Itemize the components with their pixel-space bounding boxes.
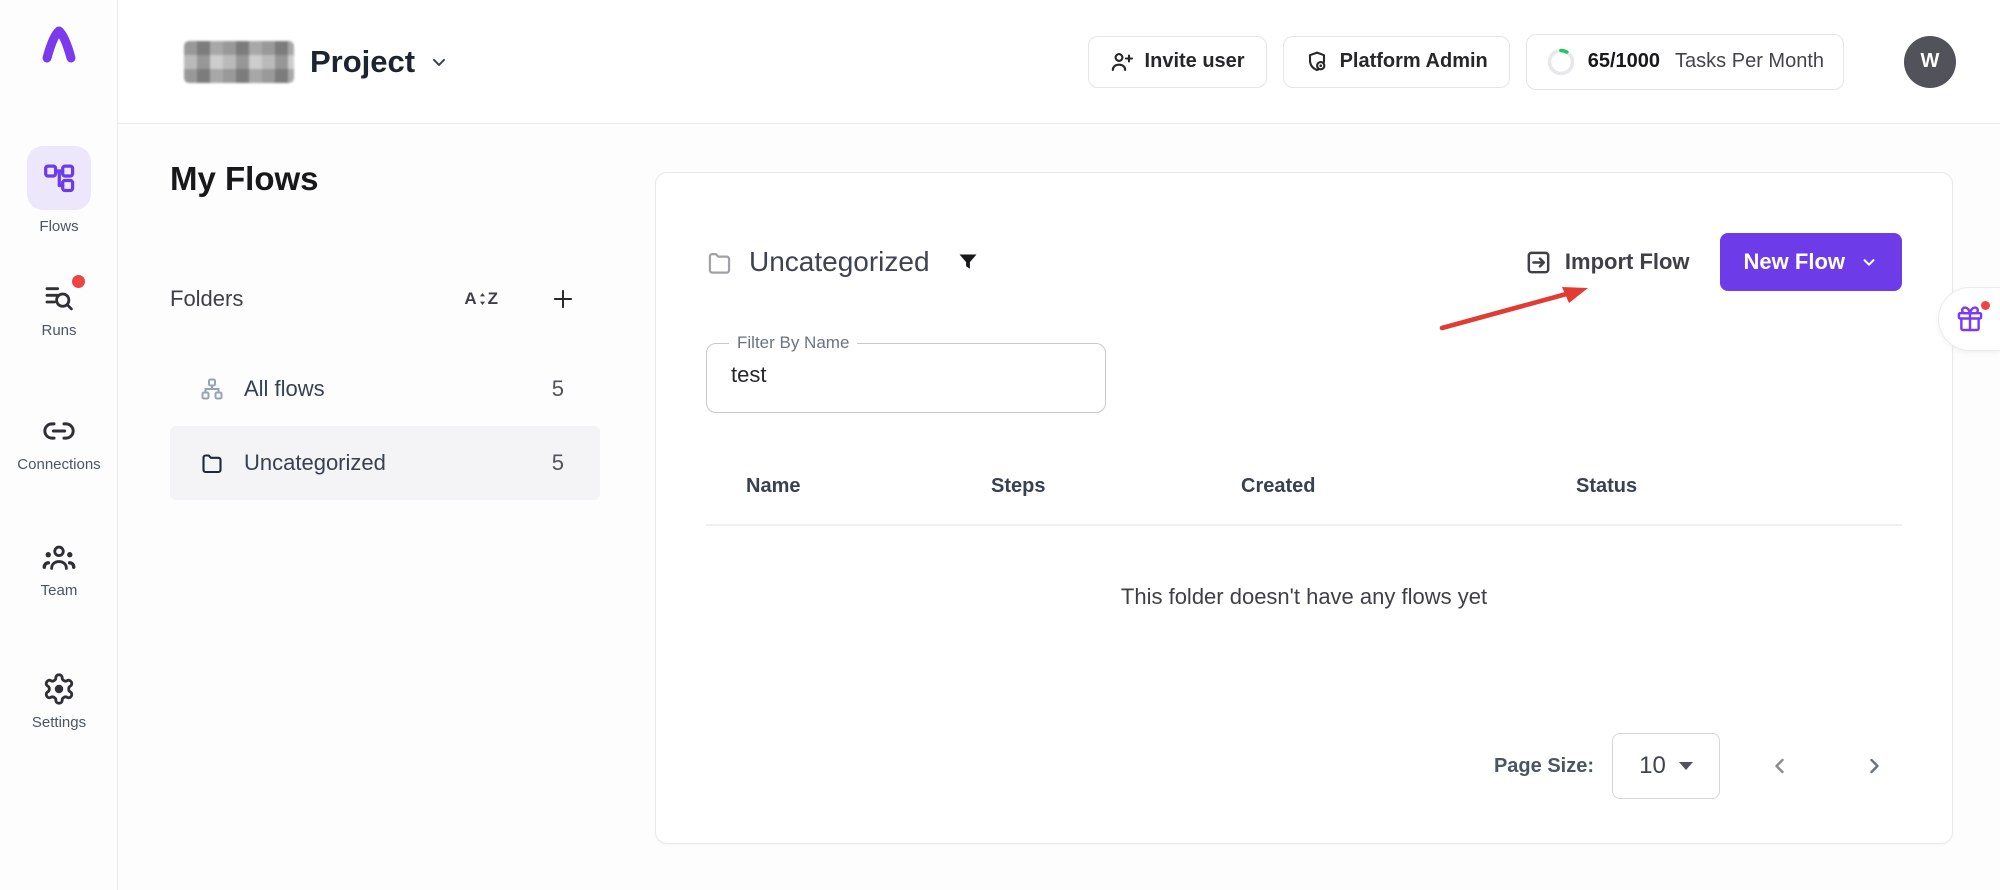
- column-header-name: Name: [746, 475, 991, 498]
- page-size-label: Page Size:: [1494, 755, 1594, 778]
- flows-active-tile: [27, 146, 91, 210]
- tasks-count: 65/1000: [1588, 50, 1660, 73]
- flows-table-card: Uncategorized Import Flow New Flow Filte…: [655, 172, 1953, 844]
- tasks-progress-ring-icon: [1546, 47, 1576, 77]
- column-header-steps: Steps: [991, 475, 1241, 498]
- table-divider: [706, 524, 1902, 526]
- chevron-down-icon: [429, 52, 449, 72]
- invite-user-button[interactable]: Invite user: [1088, 36, 1267, 88]
- gift-notification-dot: [1981, 301, 1990, 310]
- new-flow-button[interactable]: New Flow: [1720, 233, 1902, 291]
- gift-icon: [1956, 305, 1984, 333]
- project-name-redacted: [184, 41, 294, 83]
- activepieces-logo-icon: [36, 22, 82, 68]
- platform-admin-button[interactable]: Platform Admin: [1283, 36, 1510, 88]
- gear-icon: [42, 672, 76, 706]
- sidebar-item-label: Runs: [41, 322, 76, 339]
- folders-heading: Folders: [170, 286, 243, 312]
- shield-admin-icon: [1305, 50, 1329, 74]
- all-flows-tree-icon: [200, 377, 224, 401]
- user-avatar[interactable]: W: [1904, 36, 1956, 88]
- page-title: My Flows: [170, 160, 319, 198]
- sidebar-item-settings[interactable]: Settings: [0, 672, 118, 731]
- filter-field-label: Filter By Name: [729, 333, 857, 353]
- folder-count: 5: [552, 376, 564, 402]
- chevron-down-icon: [1860, 253, 1878, 271]
- top-header: Project Invite user Platform Admin 65/10…: [118, 0, 2000, 124]
- card-folder-title: Uncategorized: [749, 246, 930, 278]
- page-size-select[interactable]: 10: [1612, 733, 1720, 799]
- sidebar-item-team[interactable]: Team: [0, 540, 118, 599]
- funnel-icon: [956, 250, 980, 274]
- previous-page-button[interactable]: [1768, 754, 1792, 778]
- sidebar-item-flows[interactable]: Flows: [0, 146, 118, 235]
- sidebar-item-connections[interactable]: Connections: [0, 414, 118, 473]
- table-header-row: Name Steps Created Status: [746, 475, 1902, 498]
- sort-alpha-icon[interactable]: AZ: [464, 289, 498, 309]
- next-page-button[interactable]: [1862, 754, 1886, 778]
- user-plus-icon: [1110, 50, 1134, 74]
- add-folder-button[interactable]: [550, 286, 576, 312]
- workflow-icon: [42, 161, 76, 195]
- column-header-status: Status: [1576, 475, 1637, 498]
- folder-icon: [200, 451, 224, 475]
- tasks-usage-chip[interactable]: 65/1000 Tasks Per Month: [1526, 34, 1844, 90]
- tasks-label: Tasks Per Month: [1675, 50, 1824, 73]
- folders-panel: Folders AZ All flows 5 Uncategorized 5: [170, 286, 600, 500]
- column-header-created: Created: [1241, 475, 1576, 498]
- chevron-right-icon: [1862, 754, 1886, 778]
- folder-item-all-flows[interactable]: All flows 5: [170, 352, 600, 426]
- sidebar-item-label: Team: [41, 582, 78, 599]
- whats-new-tab[interactable]: [1938, 287, 2000, 351]
- page-size-value: 10: [1639, 752, 1666, 780]
- folder-item-uncategorized[interactable]: Uncategorized 5: [170, 426, 600, 500]
- empty-state-message: This folder doesn't have any flows yet: [656, 584, 1952, 610]
- import-flow-button[interactable]: Import Flow: [1525, 249, 1690, 276]
- chevron-left-icon: [1768, 754, 1792, 778]
- runs-search-icon: [43, 282, 75, 314]
- project-title[interactable]: Project: [310, 44, 415, 80]
- new-flow-label: New Flow: [1744, 249, 1845, 275]
- filter-funnel-icon[interactable]: [956, 250, 980, 274]
- folder-count: 5: [552, 450, 564, 476]
- filter-by-name-field: Filter By Name: [706, 343, 1106, 413]
- folder-name: All flows: [244, 376, 325, 402]
- caret-down-icon: [1679, 762, 1693, 770]
- link-icon: [42, 414, 76, 448]
- sidebar-item-label: Flows: [39, 218, 78, 235]
- team-icon: [42, 540, 76, 574]
- import-icon: [1525, 249, 1552, 276]
- import-flow-label: Import Flow: [1565, 249, 1690, 275]
- project-dropdown[interactable]: [429, 52, 449, 72]
- sidebar-item-label: Settings: [32, 714, 86, 731]
- sidebar-item-runs[interactable]: Runs: [0, 282, 118, 339]
- runs-notification-dot: [72, 275, 85, 288]
- left-sidebar: Flows Runs Connections Team: [0, 0, 118, 890]
- folder-name: Uncategorized: [244, 450, 386, 476]
- platform-admin-label: Platform Admin: [1340, 50, 1488, 73]
- pagination-controls: Page Size: 10: [1494, 733, 1886, 799]
- folder-icon: [706, 249, 733, 276]
- filter-by-name-input[interactable]: [707, 344, 1105, 412]
- plus-icon: [550, 286, 576, 312]
- invite-user-label: Invite user: [1145, 50, 1245, 73]
- app-logo[interactable]: [0, 22, 118, 68]
- sidebar-item-label: Connections: [17, 456, 100, 473]
